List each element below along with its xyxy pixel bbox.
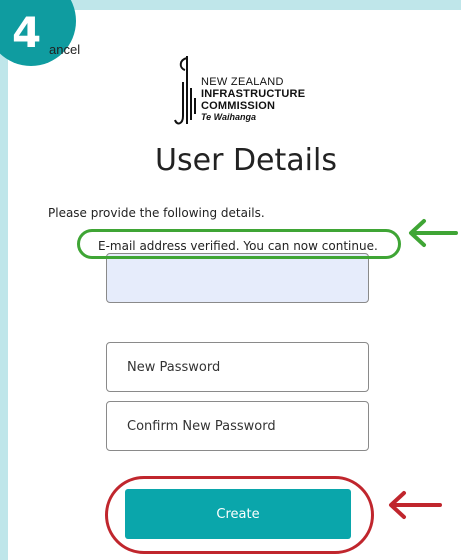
create-button[interactable]: Create [125, 489, 351, 539]
logo-text-commission: COMMISSION [201, 100, 276, 112]
new-password-input[interactable] [106, 342, 369, 392]
logo-text-te-waihanga: Te Waihanga [201, 112, 257, 122]
arrow-left-icon [409, 219, 458, 247]
logo-emblem-icon [174, 56, 196, 125]
intro-text: Please provide the following details. [48, 206, 265, 220]
user-details-panel: 4 ancel NEW ZEALAND INFRASTRUCTURE COMMI… [0, 0, 461, 560]
arrow-left-icon [389, 491, 442, 519]
email-field[interactable] [106, 253, 369, 303]
confirm-password-input[interactable] [106, 401, 369, 451]
cancel-link[interactable]: ancel [49, 42, 80, 57]
page-title: User Details [155, 143, 337, 178]
logo-text-new-zealand: NEW ZEALAND [201, 76, 284, 88]
email-verified-message: E-mail address verified. You can now con… [98, 239, 378, 253]
infrastructure-commission-logo: NEW ZEALAND INFRASTRUCTURE COMMISSION Te… [173, 54, 333, 130]
logo-text-infrastructure: INFRASTRUCTURE [201, 88, 306, 100]
